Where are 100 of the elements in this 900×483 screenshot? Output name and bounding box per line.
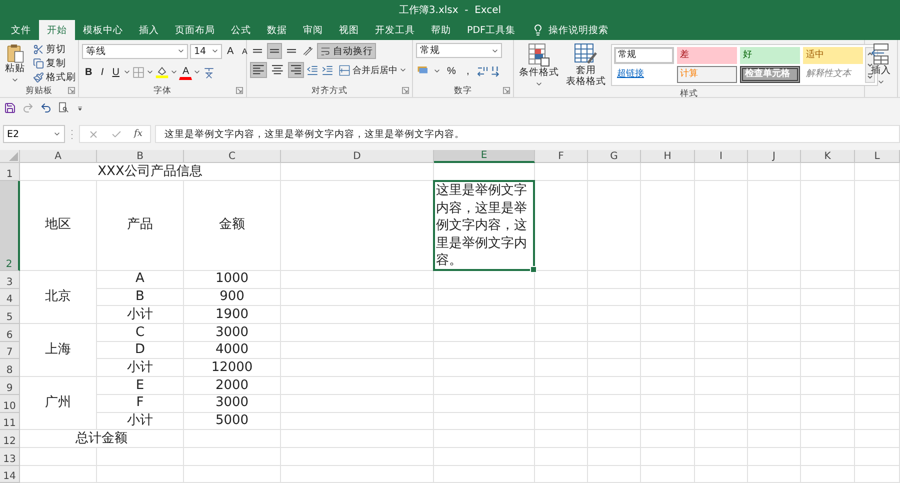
row-header[interactable]: 6	[0, 324, 20, 342]
clipboard-button[interactable]: 复制	[30, 57, 79, 70]
table-format-button[interactable]: 套用 表格格式	[564, 43, 608, 88]
text-orientation-icon	[301, 44, 315, 58]
underline-button[interactable]: U	[109, 64, 122, 80]
cell-style-item[interactable]: 差	[677, 47, 737, 64]
insert-cells-button[interactable]: 插入	[868, 43, 894, 97]
row-header[interactable]: 10	[0, 394, 20, 412]
borders-icon	[132, 66, 146, 78]
ribbon-tab[interactable]: 数据	[259, 20, 295, 40]
align-button[interactable]	[267, 43, 282, 59]
table-format-icon	[574, 43, 598, 65]
ribbon-tab[interactable]: 审阅	[295, 20, 331, 40]
group-label: 字体	[154, 84, 172, 96]
clipboard-button[interactable]: 格式刷	[30, 71, 79, 84]
row-header[interactable]: 13	[0, 448, 20, 466]
column-header[interactable]: B	[97, 150, 184, 163]
font-color-button[interactable]: A	[179, 64, 192, 80]
ribbon-tab[interactable]: 开发工具	[367, 20, 423, 40]
italic-button[interactable]: I	[96, 64, 108, 80]
dialog-launcher-icon[interactable]	[236, 87, 243, 94]
dialog-launcher-icon[interactable]	[503, 87, 510, 94]
fill-color-icon	[155, 65, 170, 79]
column-header[interactable]: I	[695, 150, 748, 163]
print-preview-icon	[58, 102, 70, 114]
lightbulb-icon	[532, 24, 544, 36]
ribbon-tab[interactable]: 公式	[223, 20, 259, 40]
undo-icon[interactable]	[40, 102, 52, 114]
align-left-icon	[253, 65, 264, 75]
search-button[interactable]: 操作说明搜索	[524, 20, 617, 40]
column-header[interactable]: J	[748, 150, 801, 163]
align-top-icon	[253, 49, 262, 53]
column-header[interactable]: H	[641, 150, 695, 163]
merge-center-button[interactable]: 合并后居中	[336, 62, 410, 78]
row-header[interactable]: 3	[0, 271, 20, 289]
ribbon-tab[interactable]: 页面布局	[167, 20, 223, 40]
number-format-field[interactable]: 常规	[416, 43, 502, 58]
ribbon-tab[interactable]: 插入	[131, 20, 167, 40]
column-header[interactable]: L	[855, 150, 900, 163]
customize-toolbar-icon	[76, 104, 84, 112]
row-header[interactable]: 1	[0, 163, 20, 181]
column-header[interactable]: K	[801, 150, 855, 163]
row-header[interactable]: 7	[0, 342, 20, 360]
align-middle-icon	[270, 49, 279, 53]
percent-button[interactable]: %	[444, 63, 459, 79]
copy-icon	[33, 58, 44, 69]
dialog-launcher-icon[interactable]	[402, 87, 409, 94]
caret-icon	[177, 47, 185, 55]
wrap-text-button[interactable]: 自动换行	[317, 43, 376, 59]
save-icon[interactable]	[4, 102, 16, 114]
name-box[interactable]: E2	[3, 125, 65, 143]
paste-button[interactable]: 粘贴	[3, 43, 27, 84]
grow-font-button[interactable]: A	[224, 43, 237, 59]
cell-style-item[interactable]: 好	[740, 47, 800, 64]
ribbon-tab[interactable]: 开始	[39, 20, 75, 40]
clipboard-button[interactable]: 剪切	[30, 43, 79, 56]
comma-button[interactable]: ,	[462, 63, 474, 79]
ribbon-tab[interactable]: 文件	[3, 20, 39, 40]
ribbon-tab[interactable]: 模板中心	[75, 20, 131, 40]
font-name-field[interactable]: 等线	[82, 44, 188, 58]
increase-indent-icon	[321, 64, 334, 76]
align-bottom-icon	[287, 49, 296, 53]
paintbrush-icon	[33, 72, 44, 83]
column-header[interactable]: C	[184, 150, 281, 163]
row-header[interactable]: 5	[0, 306, 20, 324]
insert-function-button[interactable]: fx	[134, 129, 142, 139]
column-header[interactable]: G	[588, 150, 641, 163]
group-label: 数字	[454, 84, 472, 96]
row-header[interactable]: 9	[0, 377, 20, 395]
window-title: 工作簿3.xlsx - Excel	[398, 4, 502, 17]
cell-style-item[interactable]: 常规	[614, 47, 674, 64]
fill-handle[interactable]	[530, 266, 537, 273]
ribbon-tab[interactable]: 视图	[331, 20, 367, 40]
column-header[interactable]: E	[434, 150, 535, 163]
align-right-icon	[290, 65, 302, 75]
row-header[interactable]: 4	[0, 288, 20, 306]
row-header[interactable]: 11	[0, 412, 20, 430]
bold-button[interactable]: B	[82, 64, 96, 80]
phonetic-icon	[202, 65, 216, 79]
cell-style-item[interactable]: 适中	[803, 47, 863, 64]
column-header[interactable]: A	[20, 150, 97, 163]
row-header[interactable]: 12	[0, 430, 20, 448]
dialog-launcher-icon[interactable]	[68, 87, 75, 94]
group-label: 剪贴板	[26, 84, 52, 96]
column-header[interactable]: F	[535, 150, 588, 163]
conditional-format-icon	[528, 43, 550, 67]
font-size-field[interactable]: 14	[190, 44, 222, 58]
row-header[interactable]: 2	[0, 181, 20, 271]
formula-input[interactable]: 这里是举例文字内容，这里是举例文字内容，这里是举例文字内容。	[155, 125, 900, 143]
active-cell[interactable]: 这里是举例文字内容，这里是举例文字内容，这里是举例文字内容。	[433, 180, 535, 271]
row-header[interactable]: 8	[0, 359, 20, 378]
row-header[interactable]: 14	[0, 466, 20, 483]
align-button[interactable]	[250, 62, 267, 78]
shrink-font-button[interactable]: A	[238, 43, 251, 59]
ribbon-tab[interactable]: 帮助	[423, 20, 459, 40]
align-button[interactable]	[288, 62, 304, 78]
caret-icon	[399, 66, 408, 74]
ribbon-tab[interactable]: PDF工具集	[459, 20, 524, 40]
conditional-format-button[interactable]: 条件格式	[517, 43, 561, 88]
column-header[interactable]: D	[281, 150, 434, 163]
